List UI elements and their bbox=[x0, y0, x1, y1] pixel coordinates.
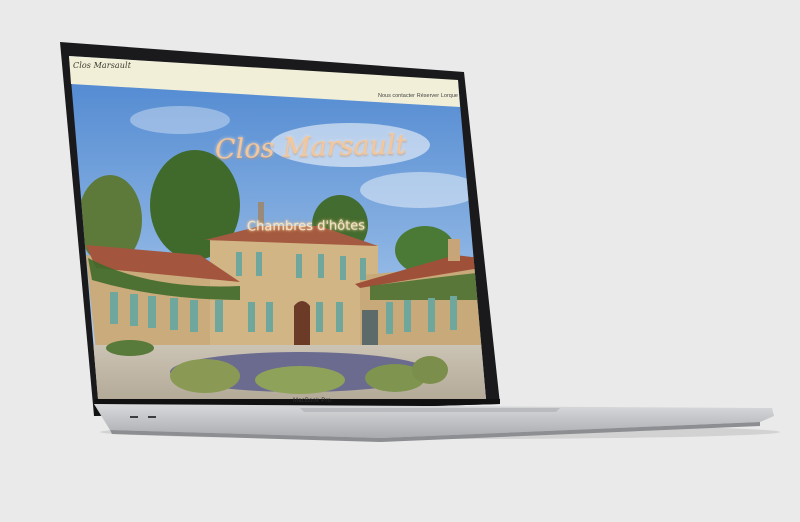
device-model-label: MacBook Pro bbox=[293, 398, 332, 404]
nav-book-link[interactable]: Réserver bbox=[417, 93, 439, 99]
hero-title: Clos Marsault bbox=[214, 129, 407, 166]
nav-contact-link[interactable]: Nous contacter bbox=[378, 93, 415, 99]
hero-subtitle: Chambres d'hôtes bbox=[246, 218, 366, 235]
laptop-illustration bbox=[60, 42, 780, 442]
site-logo-text[interactable]: Clos Marsault bbox=[73, 61, 131, 70]
usb-port bbox=[130, 416, 138, 418]
site-nav: Nous contacter Réserver Lorque bbox=[378, 93, 458, 99]
nav-language-link[interactable]: Lorque bbox=[441, 93, 458, 99]
laptop-mockup-scene: Clos Marsault Nous contacter Réserver Lo… bbox=[0, 0, 800, 522]
usb-port bbox=[148, 416, 156, 418]
